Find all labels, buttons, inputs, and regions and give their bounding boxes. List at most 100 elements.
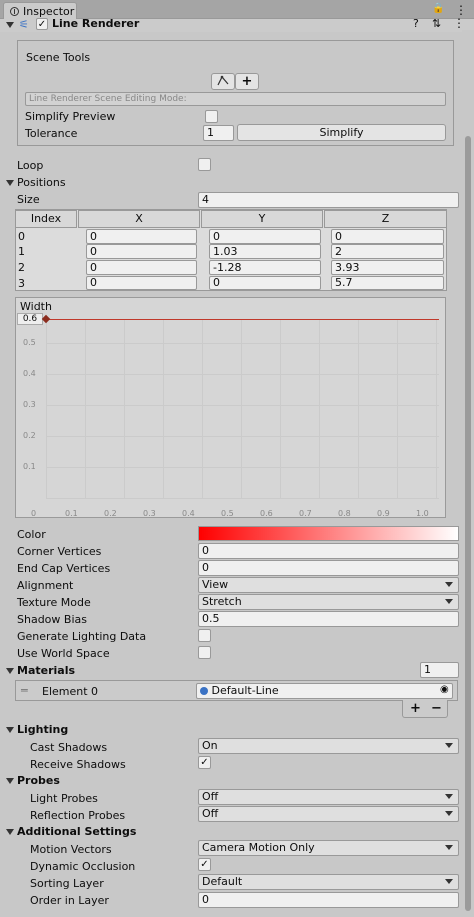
light-probes-dropdown[interactable]: Off xyxy=(198,789,459,805)
dynamic-occlusion-label: Dynamic Occlusion xyxy=(30,860,136,873)
use-world-space-label: Use World Space xyxy=(17,647,110,660)
chevron-down-icon xyxy=(445,599,453,604)
y-tick: 0.1 xyxy=(23,462,36,471)
column-header-x[interactable]: X xyxy=(78,210,200,228)
loop-label: Loop xyxy=(17,159,44,172)
chevron-down-icon xyxy=(445,879,453,884)
positions-foldout-icon[interactable] xyxy=(6,180,14,186)
corner-vertices-label: Corner Vertices xyxy=(17,545,102,558)
y-tick: 0.2 xyxy=(23,431,36,440)
size-label: Size xyxy=(17,193,40,206)
position-z-input[interactable]: 2 xyxy=(331,244,444,259)
motion-vectors-dropdown[interactable]: Camera Motion Only xyxy=(198,840,459,856)
positions-label: Positions xyxy=(17,176,66,189)
column-header-y[interactable]: Y xyxy=(201,210,323,228)
position-y-input[interactable]: 1.03 xyxy=(209,244,321,259)
scrollbar-thumb[interactable] xyxy=(465,136,471,911)
order-in-layer-input[interactable]: 0 xyxy=(198,892,459,908)
curve-key-handle[interactable] xyxy=(41,314,51,324)
y-tick: 0.3 xyxy=(23,400,36,409)
help-icon[interactable]: ? xyxy=(413,17,419,30)
color-label: Color xyxy=(17,528,46,541)
position-x-input[interactable]: 0 xyxy=(86,276,197,290)
position-x-input[interactable]: 0 xyxy=(86,244,197,259)
element-0-label: Element 0 xyxy=(42,685,99,698)
simplify-button[interactable]: Simplify xyxy=(237,124,446,141)
scene-editing-mode-field: Line Renderer Scene Editing Mode: xyxy=(25,92,446,106)
size-input[interactable]: 4 xyxy=(198,192,459,208)
line-renderer-icon: ⚟ xyxy=(19,18,29,31)
component-foldout-icon[interactable] xyxy=(6,22,14,28)
shadow-bias-input[interactable]: 0.5 xyxy=(198,611,459,627)
materials-count-input[interactable]: 1 xyxy=(420,662,459,678)
materials-foldout-icon[interactable] xyxy=(6,668,14,674)
row-index: 3 xyxy=(18,277,25,290)
edit-points-button[interactable] xyxy=(211,73,235,90)
x-tick: 0.5 xyxy=(221,509,234,518)
preset-icon[interactable]: ⇅ xyxy=(432,17,441,30)
probes-label: Probes xyxy=(17,774,60,787)
position-y-input[interactable]: 0 xyxy=(209,276,321,290)
position-x-input[interactable]: 0 xyxy=(86,229,197,244)
material-icon xyxy=(200,687,208,695)
position-z-input[interactable]: 3.93 xyxy=(331,260,444,275)
receive-shadows-checkbox[interactable]: ✓ xyxy=(198,756,211,769)
cast-shadows-dropdown[interactable]: On xyxy=(198,738,459,754)
add-points-button[interactable]: + xyxy=(235,73,259,90)
row-index: 2 xyxy=(18,261,25,274)
object-picker-icon[interactable]: ◉ xyxy=(440,684,449,695)
x-tick: 0.7 xyxy=(299,509,312,518)
row-index: 1 xyxy=(18,245,25,258)
column-header-z[interactable]: Z xyxy=(324,210,447,228)
column-header-index: Index xyxy=(15,210,77,228)
sorting-layer-dropdown[interactable]: Default xyxy=(198,874,459,890)
position-y-input[interactable]: 0 xyxy=(209,229,321,244)
lighting-foldout-icon[interactable] xyxy=(6,727,14,733)
x-tick: 0.9 xyxy=(377,509,390,518)
color-gradient-field[interactable] xyxy=(198,526,459,541)
kebab-menu-icon[interactable]: ⋮ xyxy=(455,3,467,17)
sorting-layer-label: Sorting Layer xyxy=(30,877,104,890)
scene-tools-title: Scene Tools xyxy=(26,51,91,64)
x-tick: 0.2 xyxy=(104,509,117,518)
reflection-probes-label: Reflection Probes xyxy=(30,809,126,822)
add-element-button[interactable]: + xyxy=(410,701,421,716)
position-x-input[interactable]: 0 xyxy=(86,260,197,275)
texture-mode-label: Texture Mode xyxy=(17,596,91,609)
material-object-field[interactable]: Default-Line xyxy=(196,683,453,699)
tolerance-input[interactable]: 1 xyxy=(203,125,234,141)
chevron-down-icon xyxy=(445,845,453,850)
texture-mode-dropdown[interactable]: Stretch xyxy=(198,594,459,610)
component-enabled-checkbox[interactable]: ✓ xyxy=(36,18,48,30)
drag-handle-icon[interactable]: ═ xyxy=(21,684,28,697)
width-value-label: 0.6 xyxy=(17,313,43,325)
simplify-preview-checkbox[interactable] xyxy=(205,110,218,123)
position-z-input[interactable]: 0 xyxy=(331,229,444,244)
curve-edit-icon xyxy=(217,75,229,86)
dynamic-occlusion-checkbox[interactable]: ✓ xyxy=(198,858,211,871)
alignment-dropdown[interactable]: View xyxy=(198,577,459,593)
light-probes-label: Light Probes xyxy=(30,792,98,805)
end-cap-vertices-input[interactable]: 0 xyxy=(198,560,459,576)
x-tick: 0.3 xyxy=(143,509,156,518)
use-world-space-checkbox[interactable] xyxy=(198,646,211,659)
reflection-probes-dropdown[interactable]: Off xyxy=(198,806,459,822)
row-index: 0 xyxy=(18,230,25,243)
component-menu-icon[interactable]: ⋮ xyxy=(453,16,465,30)
loop-checkbox[interactable] xyxy=(198,158,211,171)
simplify-preview-label: Simplify Preview xyxy=(25,110,116,123)
y-tick: 0.4 xyxy=(23,369,36,378)
position-z-input[interactable]: 5.7 xyxy=(331,276,444,290)
width-curve-editor[interactable]: Width 0.6 0.5 0.4 0.3 0.2 0.1 0 0.1 0.2 … xyxy=(15,297,446,518)
chevron-down-icon xyxy=(445,811,453,816)
width-curve-title: Width xyxy=(20,300,52,313)
position-y-input[interactable]: -1.28 xyxy=(209,260,321,275)
probes-foldout-icon[interactable] xyxy=(6,778,14,784)
end-cap-vertices-label: End Cap Vertices xyxy=(17,562,111,575)
lock-icon[interactable]: 🔒 xyxy=(432,3,444,14)
generate-lighting-checkbox[interactable] xyxy=(198,629,211,642)
additional-settings-foldout-icon[interactable] xyxy=(6,829,14,835)
corner-vertices-input[interactable]: 0 xyxy=(198,543,459,559)
remove-element-button[interactable]: − xyxy=(431,701,442,716)
x-tick: 1.0 xyxy=(416,509,429,518)
